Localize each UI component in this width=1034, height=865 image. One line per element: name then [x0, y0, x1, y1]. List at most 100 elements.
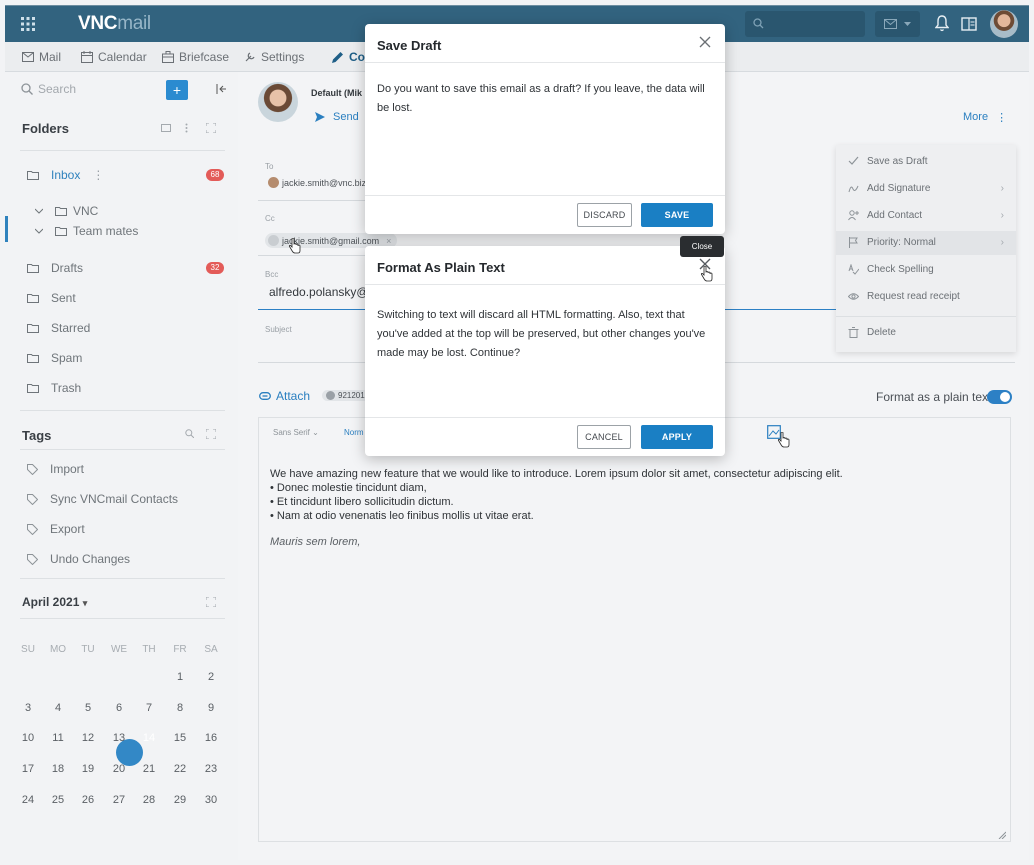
- font-size-select[interactable]: Norm: [344, 428, 364, 437]
- folder-drafts[interactable]: Drafts: [27, 261, 83, 275]
- tab-compose[interactable]: Co: [331, 50, 365, 64]
- menu-item-check-spelling[interactable]: Check Spelling: [848, 264, 1008, 275]
- close-icon[interactable]: [699, 36, 711, 48]
- calendar-day[interactable]: 21: [134, 763, 164, 775]
- calendar-day[interactable]: 22: [165, 763, 195, 775]
- save-button[interactable]: SAVE: [641, 203, 713, 227]
- calendar-day[interactable]: 26: [73, 794, 103, 806]
- mail-dropdown-button[interactable]: [875, 11, 920, 37]
- calendar-day[interactable]: 29: [165, 794, 195, 806]
- folder-spam[interactable]: Spam: [27, 351, 82, 365]
- tag-icon: [27, 463, 38, 475]
- to-recipient-chip[interactable]: jackie.smith@vnc.biz: [268, 177, 366, 188]
- search-icon: [21, 83, 33, 95]
- discard-button[interactable]: DISCARD: [577, 203, 632, 227]
- calendar-day[interactable]: 8: [165, 702, 195, 714]
- calendar-day[interactable]: 9: [196, 702, 226, 714]
- tab-briefcase[interactable]: Briefcase: [162, 50, 229, 64]
- calendar-day[interactable]: 15: [165, 732, 195, 744]
- sidebar-search-input[interactable]: Search: [21, 82, 76, 96]
- calendar-day[interactable]: 24: [13, 794, 43, 806]
- folder-trash[interactable]: Trash: [27, 381, 81, 395]
- calendar-day[interactable]: 2: [196, 671, 226, 683]
- sender-avatar: [258, 82, 298, 122]
- expand-icon[interactable]: [206, 429, 216, 439]
- calendar-day[interactable]: 4: [43, 702, 73, 714]
- attachment-chip[interactable]: 921201: [322, 390, 369, 401]
- folder-team-mates[interactable]: Team mates: [35, 224, 138, 238]
- folder-vnc[interactable]: VNC: [35, 204, 98, 218]
- calendar-day[interactable]: 10: [13, 732, 43, 744]
- calendar-day[interactable]: 17: [13, 763, 43, 775]
- calendar-day[interactable]: 28: [134, 794, 164, 806]
- calendar-day[interactable]: 5: [73, 702, 103, 714]
- tag-sync-contacts[interactable]: Sync VNCmail Contacts: [27, 492, 178, 506]
- calendar-day[interactable]: 11: [43, 732, 73, 744]
- tag-export[interactable]: Export: [27, 522, 85, 536]
- menu-item-delete[interactable]: Delete: [848, 327, 1008, 338]
- tab-settings[interactable]: Settings: [244, 50, 304, 64]
- search-icon: [753, 18, 764, 29]
- format-plain-text-toggle[interactable]: [987, 390, 1012, 404]
- calendar-day[interactable]: 20: [104, 763, 134, 775]
- chevron-right-icon: ›: [1000, 237, 1004, 248]
- app-grid-icon[interactable]: [21, 17, 35, 31]
- menu-item-priority-normal[interactable]: Priority: Normal ›: [848, 237, 1008, 248]
- add-folder-icon[interactable]: [161, 124, 171, 132]
- more-vertical-icon[interactable]: [185, 123, 188, 133]
- calendar-day[interactable]: 23: [196, 763, 226, 775]
- calendar-day[interactable]: 1: [165, 671, 195, 683]
- calendar-day[interactable]: 3: [13, 702, 43, 714]
- tab-mail[interactable]: Mail: [22, 50, 61, 64]
- calendar-day[interactable]: 19: [73, 763, 103, 775]
- weekday-header: SU: [21, 644, 35, 655]
- resize-handle-icon[interactable]: [998, 831, 1006, 839]
- cancel-button[interactable]: CANCEL: [577, 425, 631, 449]
- collapse-sidebar-icon[interactable]: [216, 84, 226, 94]
- calendar-day[interactable]: 18: [43, 763, 73, 775]
- calendar-day[interactable]: 16: [196, 732, 226, 744]
- layout-icon[interactable]: [961, 17, 977, 31]
- calendar-day[interactable]: 12: [73, 732, 103, 744]
- tab-calendar[interactable]: Calendar: [81, 50, 147, 64]
- folder-starred[interactable]: Starred: [27, 321, 90, 335]
- new-folder-button[interactable]: +: [166, 80, 188, 100]
- expand-icon[interactable]: [206, 123, 216, 133]
- folder-inbox[interactable]: Inbox ⋮: [27, 168, 104, 182]
- calendar-month-selector[interactable]: April 2021 ▾: [22, 595, 87, 609]
- calendar-day[interactable]: 13: [104, 732, 134, 744]
- font-family-select[interactable]: Sans Serif ⌄: [273, 428, 319, 437]
- folder-sent[interactable]: Sent: [27, 291, 76, 305]
- calendar-day[interactable]: 7: [134, 702, 164, 714]
- global-search-input[interactable]: [745, 11, 865, 37]
- drafts-count-badge: 32: [206, 262, 224, 274]
- more-button[interactable]: More ⋮: [963, 111, 1007, 124]
- cc-label: Cc: [265, 214, 275, 223]
- search-icon[interactable]: [185, 429, 194, 438]
- tag-import[interactable]: Import: [27, 462, 84, 476]
- folder-icon: [27, 294, 39, 303]
- tag-undo-changes[interactable]: Undo Changes: [27, 552, 130, 566]
- dialog-message: Do you want to save this email as a draf…: [377, 83, 705, 114]
- weekday-header: FR: [173, 644, 187, 655]
- apply-button[interactable]: APPLY: [641, 425, 713, 449]
- calendar-day[interactable]: 25: [43, 794, 73, 806]
- bell-icon[interactable]: [935, 15, 949, 32]
- weekday-header: TH: [142, 644, 156, 655]
- menu-item-request-read-receipt[interactable]: Request read receipt: [848, 291, 1008, 302]
- bcc-field[interactable]: alfredo.polansky@g: [269, 285, 375, 299]
- calendar-day[interactable]: 6: [104, 702, 134, 714]
- from-account[interactable]: Default (Mik: [311, 88, 362, 98]
- calendar-day[interactable]: 30: [196, 794, 226, 806]
- menu-item-label: Check Spelling: [867, 264, 934, 275]
- menu-item-add-signature[interactable]: Add Signature ›: [848, 183, 1008, 194]
- expand-icon[interactable]: [206, 597, 216, 607]
- menu-item-save-as-draft[interactable]: Save as Draft: [848, 156, 1008, 167]
- send-button[interactable]: Send: [315, 111, 359, 123]
- user-avatar[interactable]: [990, 10, 1018, 38]
- calendar-day[interactable]: 14: [134, 732, 164, 744]
- menu-item-add-contact[interactable]: Add Contact ›: [848, 210, 1008, 221]
- calendar-day[interactable]: 27: [104, 794, 134, 806]
- attach-button[interactable]: Attach: [259, 389, 310, 403]
- tags-heading: Tags: [22, 428, 52, 443]
